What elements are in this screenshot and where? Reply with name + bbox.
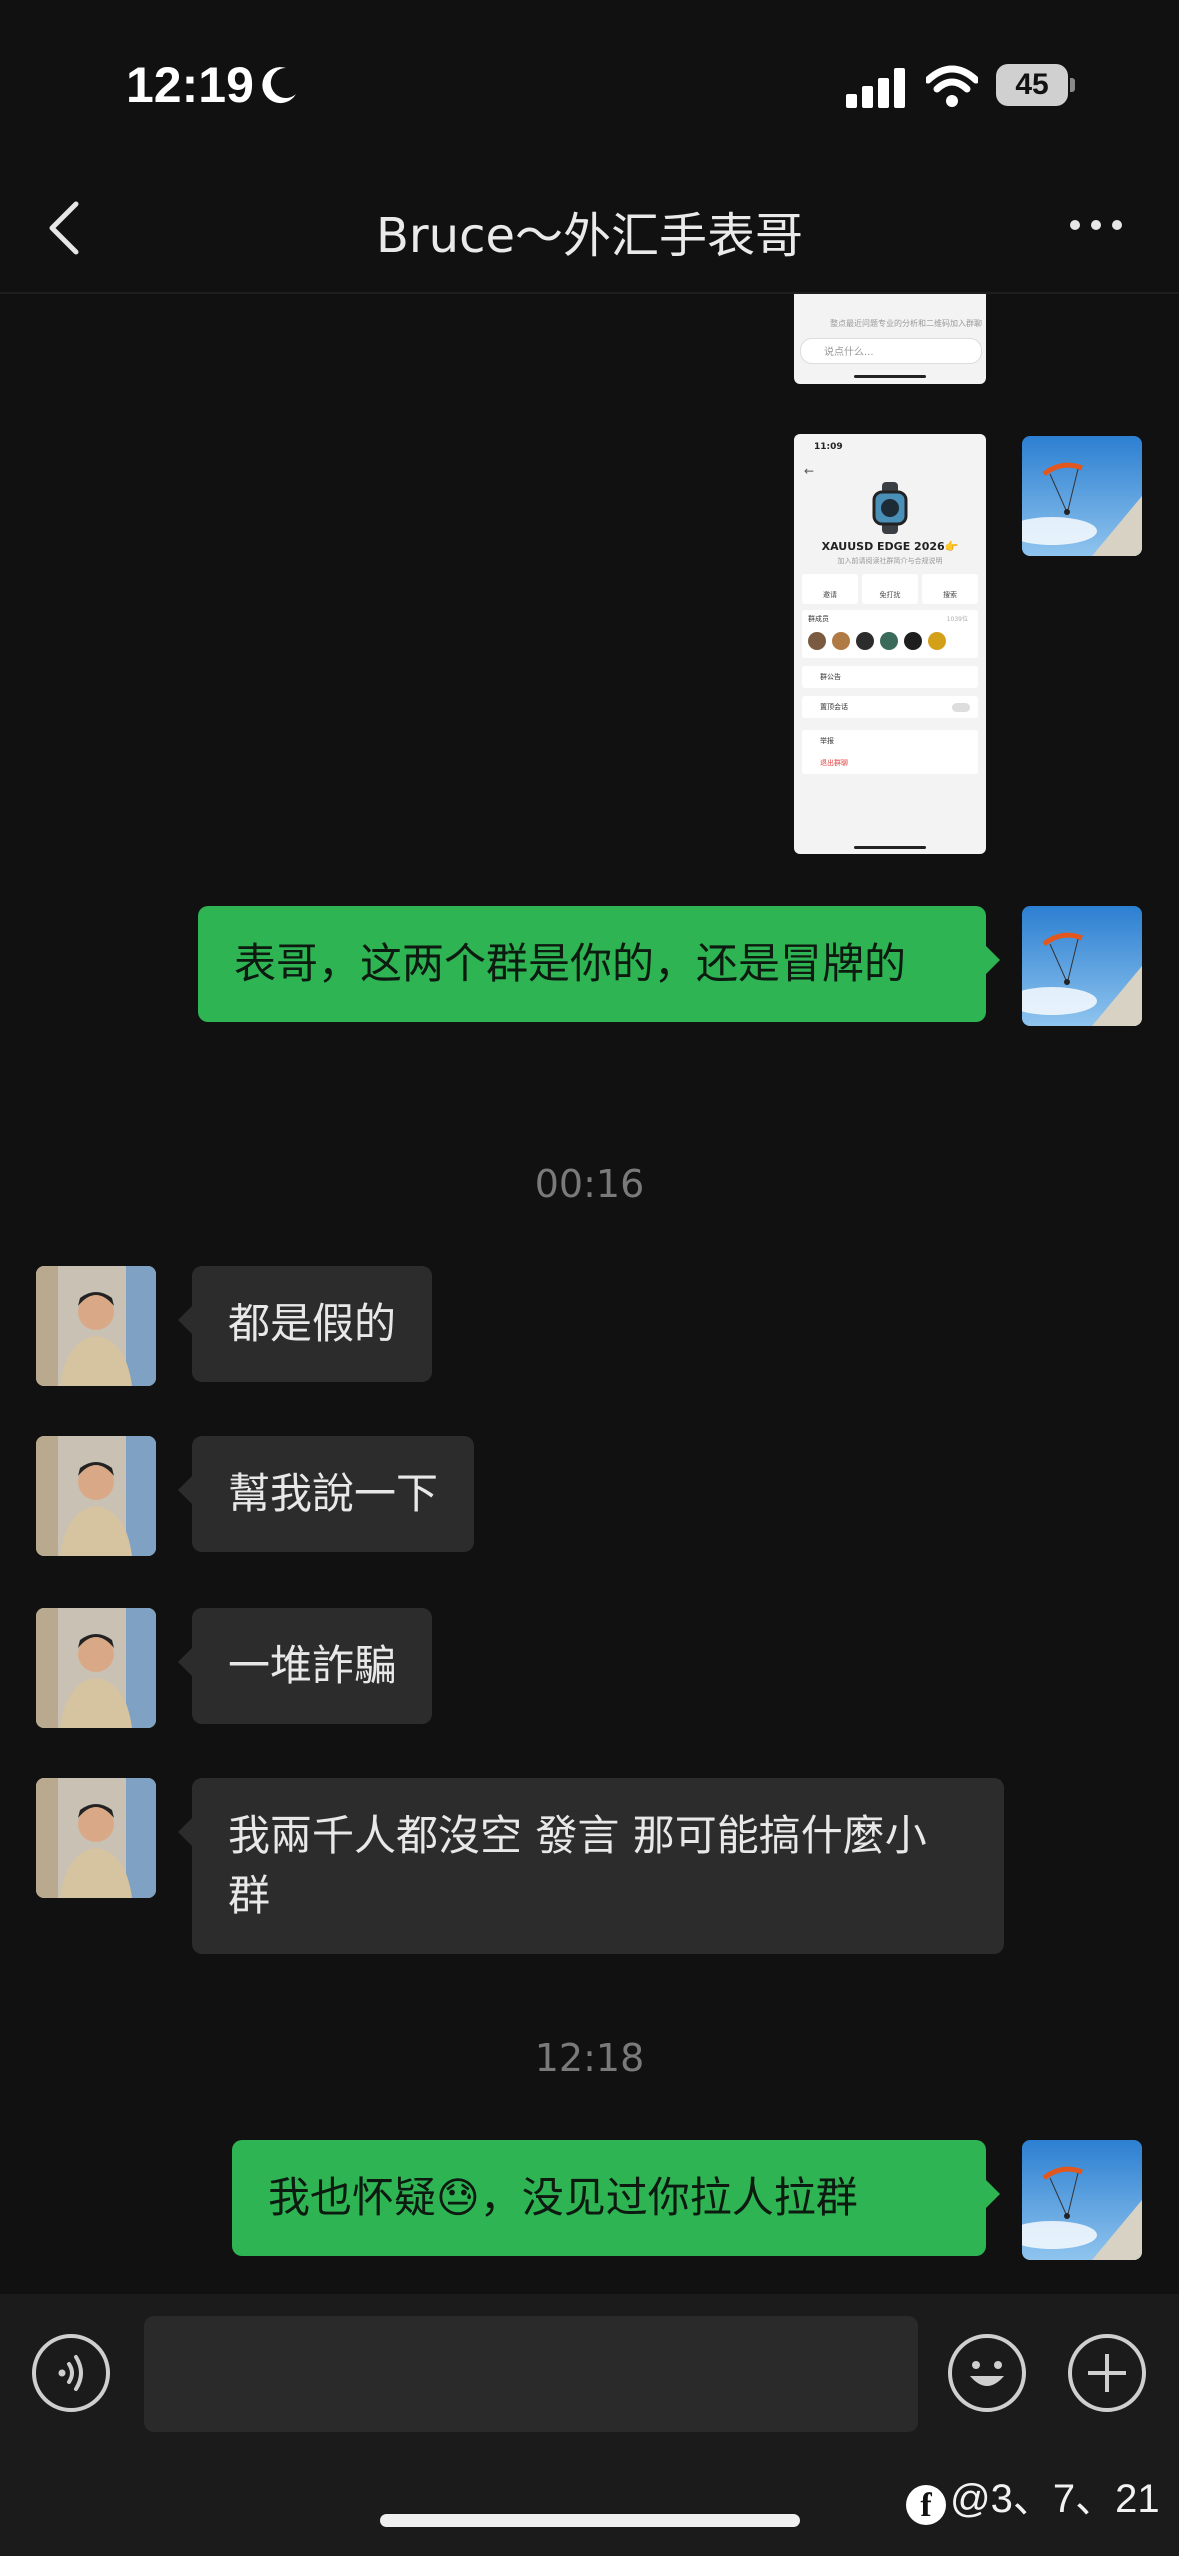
- self-avatar[interactable]: [1022, 906, 1142, 1026]
- signal-icon: [846, 68, 906, 108]
- watermark: f @3、7、21: [906, 2466, 1160, 2525]
- more-icon[interactable]: [1068, 212, 1124, 236]
- header-divider: [0, 292, 1179, 294]
- status-time: 12:19: [126, 57, 254, 113]
- self-avatar[interactable]: [1022, 2140, 1142, 2260]
- self-avatar[interactable]: [1022, 436, 1142, 556]
- screenshot-action: 邀请: [802, 574, 858, 604]
- incoming-message[interactable]: 幫我說一下: [177, 1436, 475, 1552]
- screenshot-time: 11:09: [814, 442, 843, 452]
- incoming-message[interactable]: 我兩千人都沒空 發言 那可能搞什麼小群: [178, 1778, 1004, 1954]
- watermark-text: @3、7、21: [950, 2477, 1160, 2521]
- facebook-icon: f: [906, 2485, 946, 2525]
- battery-indicator: 45: [996, 64, 1076, 106]
- outgoing-message[interactable]: 我也怀疑😓，没见过你拉人拉群: [232, 2140, 1000, 2256]
- screenshot-members-count: 1039位: [946, 616, 968, 623]
- screenshot-action: 免打扰: [862, 574, 918, 604]
- shared-image-1[interactable]: 整点最近问题专业的分析和二维码加入群聊 说点什么...: [794, 294, 986, 384]
- watch-image: [872, 482, 908, 534]
- message-input[interactable]: [144, 2316, 918, 2432]
- shared-image-2[interactable]: 11:09 ← XAUUSD EDGE 2026👉 加入前请阅读社群简介与合规说…: [794, 434, 986, 854]
- contact-avatar[interactable]: [36, 1608, 156, 1728]
- screenshot-members-label: 群成员: [808, 615, 829, 623]
- screenshot-action: 搜索: [922, 574, 978, 604]
- timestamp: 12:18: [534, 2036, 645, 2080]
- moon-icon: [262, 67, 296, 104]
- screenshot-notice: 整点最近问题专业的分析和二维码加入群聊: [830, 319, 982, 328]
- screenshot-leave: 退出群聊: [820, 759, 848, 767]
- home-indicator[interactable]: [380, 2514, 800, 2527]
- screenshot-input-placeholder: 说点什么...: [824, 347, 874, 358]
- outgoing-message[interactable]: 表哥，这两个群是你的，还是冒牌的: [198, 906, 1000, 1022]
- contact-avatar[interactable]: [36, 1436, 156, 1556]
- timestamp: 00:16: [534, 1162, 645, 1206]
- contact-avatar[interactable]: [36, 1266, 156, 1386]
- screenshot-row: 群公告: [820, 673, 841, 681]
- screenshot-row: 举报: [820, 737, 834, 745]
- contact-avatar[interactable]: [36, 1778, 156, 1898]
- screenshot-group-name: XAUUSD EDGE 2026👉: [821, 540, 959, 553]
- voice-icon[interactable]: [32, 2334, 110, 2412]
- screenshot-back: ←: [804, 464, 815, 478]
- emoji-icon[interactable]: [948, 2334, 1026, 2412]
- battery-level: 45: [996, 64, 1068, 106]
- screenshot-group-sub: 加入前请阅读社群简介与合规说明: [837, 557, 943, 565]
- plus-icon[interactable]: [1068, 2334, 1146, 2412]
- chat-title: Bruce～外汇手表哥: [375, 208, 803, 264]
- wifi-icon: [926, 65, 978, 107]
- incoming-message[interactable]: 都是假的: [177, 1266, 433, 1382]
- screenshot-row: 置顶会话: [820, 703, 848, 711]
- incoming-message[interactable]: 一堆詐騙: [177, 1608, 433, 1724]
